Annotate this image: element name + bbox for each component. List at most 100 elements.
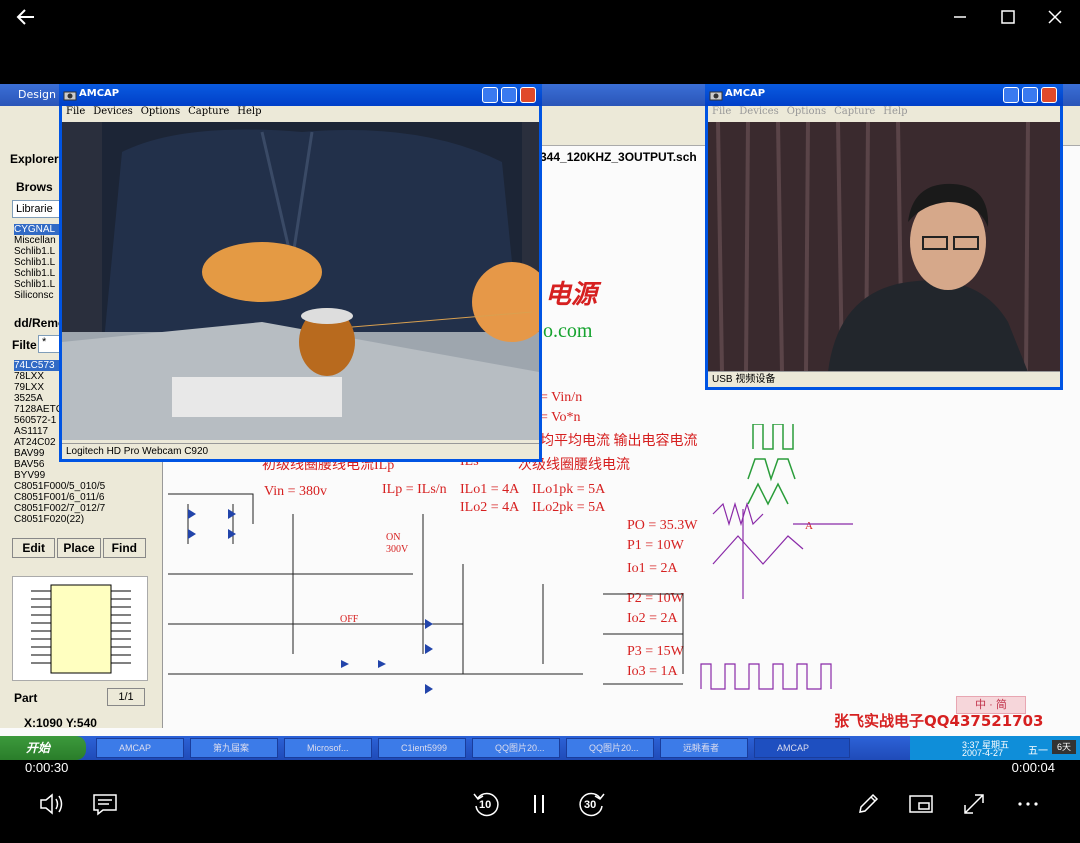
part-label: Part xyxy=(14,691,38,705)
camera-icon xyxy=(709,91,723,101)
add-remove-label[interactable]: dd/Remo xyxy=(14,316,65,330)
menu-file[interactable]: File xyxy=(712,106,731,122)
taskbar-item[interactable]: QQ图片20... xyxy=(472,738,560,758)
amcap-side-window: AMCAP File Devices Options Capture Help xyxy=(705,84,1063,390)
back-button[interactable] xyxy=(14,6,38,28)
amcap-side-statusbar: USB 视频设备 xyxy=(708,371,1060,387)
list-item[interactable]: C8051F000/5_010/5 xyxy=(14,481,146,492)
schematic-url: o.com xyxy=(543,320,593,342)
taskbar-item[interactable]: 远眺看者 xyxy=(660,738,748,758)
more-options-button[interactable] xyxy=(1012,788,1044,820)
menu-devices[interactable]: Devices xyxy=(93,106,132,122)
captions-icon xyxy=(93,794,117,816)
taskbar-item[interactable]: Microsof... xyxy=(284,738,372,758)
arrow-left-icon xyxy=(16,9,34,25)
presenter-image xyxy=(708,122,1060,372)
menu-options[interactable]: Options xyxy=(787,106,826,122)
fullscreen-button[interactable] xyxy=(958,788,990,820)
xp-taskbar: 开始 AMCAP 第九届案 Microsof... C1ient5999 QQ图… xyxy=(0,736,1080,760)
amcap-side-maximize-button[interactable] xyxy=(1022,87,1038,103)
schematic-drawing xyxy=(168,424,853,694)
amcap-side-close-button[interactable] xyxy=(1041,87,1057,103)
ime-indicator[interactable]: 中 · 简 xyxy=(956,696,1026,714)
miniplayer-icon xyxy=(909,795,933,813)
start-button[interactable]: 开始 xyxy=(0,736,86,760)
taskbar-item[interactable]: AMCAP xyxy=(754,738,850,758)
cursor-coordinates: X:1090 Y:540 xyxy=(24,716,97,730)
tray-day: 五一 xyxy=(1028,746,1048,757)
schematic-heading: 电源 xyxy=(545,280,598,309)
menu-file[interactable]: File xyxy=(66,106,85,122)
taskbar-item[interactable]: QQ图片20... xyxy=(566,738,654,758)
video-frame[interactable]: Design Explorer Brows Librarie CYGNAL Mi… xyxy=(0,84,1080,760)
taskbar-item[interactable]: AMCAP xyxy=(96,738,184,758)
minimize-button[interactable] xyxy=(948,6,972,28)
amcap-side-title: AMCAP xyxy=(725,88,766,99)
taskbar-item[interactable]: 第九届案 xyxy=(190,738,278,758)
amcap-main-minimize-button[interactable] xyxy=(482,87,498,103)
list-item[interactable]: C8051F020(22) xyxy=(14,514,146,525)
maximize-button[interactable] xyxy=(996,6,1020,28)
skip-forward-label: 30 xyxy=(584,799,597,811)
more-dots-icon xyxy=(1018,802,1038,806)
tray-days-badge: 6天 xyxy=(1052,740,1076,754)
amcap-main-menubar: File Devices Options Capture Help xyxy=(62,106,262,122)
edit-button[interactable] xyxy=(852,788,884,820)
pause-icon xyxy=(534,795,544,813)
amcap-main-close-button[interactable] xyxy=(520,87,536,103)
amcap-main-title: AMCAP xyxy=(79,88,120,99)
close-icon xyxy=(1048,10,1062,24)
ic-chip-icon xyxy=(31,584,131,674)
remaining-time: 0:00:04 xyxy=(1011,760,1055,775)
timeline: 0:00:30 0:00:04 xyxy=(0,760,1080,784)
volume-button[interactable] xyxy=(36,788,68,820)
amcap-main-maximize-button[interactable] xyxy=(501,87,517,103)
design-title-text: Design xyxy=(18,88,56,101)
amcap-side-minimize-button[interactable] xyxy=(1003,87,1019,103)
component-preview xyxy=(12,576,148,681)
close-button[interactable] xyxy=(1043,6,1067,28)
edit-button[interactable]: Edit xyxy=(12,538,56,558)
amcap-main-titlebar: AMCAP xyxy=(59,84,542,106)
subtitles-button[interactable] xyxy=(89,788,121,820)
formula-vin-n: = Vin/n xyxy=(540,390,583,405)
filter-label: Filte xyxy=(12,338,37,352)
volume-icon xyxy=(40,793,63,815)
menu-capture[interactable]: Capture xyxy=(834,106,875,122)
menu-help[interactable]: Help xyxy=(237,106,261,122)
menu-capture[interactable]: Capture xyxy=(188,106,229,122)
system-tray: 3:37 星期五 2007-4-27 五一 6天 xyxy=(910,736,1080,760)
browse-label: Brows xyxy=(16,180,53,194)
list-item[interactable]: BYV99 xyxy=(14,470,146,481)
taskbar-item[interactable]: C1ient5999 xyxy=(378,738,466,758)
pause-button[interactable] xyxy=(523,788,555,820)
menu-help[interactable]: Help xyxy=(883,106,907,122)
skip-forward-button[interactable]: 30 xyxy=(576,788,608,820)
player-top-bar xyxy=(0,0,1080,34)
minimize-icon xyxy=(954,16,966,18)
amcap-main-window: AMCAP File Devices Options Capture Help xyxy=(59,84,542,462)
part-page: 1/1 xyxy=(107,688,145,706)
schematic-tab[interactable]: 344_120KHZ_3OUTPUT.sch xyxy=(540,150,697,164)
place-button[interactable]: Place xyxy=(57,538,101,558)
skip-back-label: 10 xyxy=(479,799,492,811)
camera-icon xyxy=(63,91,77,101)
fullscreen-icon xyxy=(964,794,984,814)
webcam-feed-hands xyxy=(62,122,539,440)
list-item[interactable]: C8051F002/7_012/7 xyxy=(14,503,146,514)
amcap-side-menubar: File Devices Options Capture Help xyxy=(708,106,908,122)
list-item[interactable]: C8051F001/6_011/6 xyxy=(14,492,146,503)
tray-clock-date: 2007-4-27 xyxy=(962,748,1004,758)
menu-options[interactable]: Options xyxy=(141,106,180,122)
amcap-side-titlebar: AMCAP xyxy=(705,84,1063,106)
elapsed-time: 0:00:30 xyxy=(25,760,69,775)
maximize-icon xyxy=(1001,10,1015,24)
find-button[interactable]: Find xyxy=(102,538,146,558)
menu-devices[interactable]: Devices xyxy=(739,106,778,122)
amcap-main-statusbar: Logitech HD Pro Webcam C920 xyxy=(62,443,539,459)
pencil-icon xyxy=(859,793,879,813)
miniplayer-button[interactable] xyxy=(905,788,937,820)
skip-back-button[interactable]: 10 xyxy=(470,788,502,820)
webcam-image xyxy=(62,122,539,440)
explorer-buttons: Edit Place Find xyxy=(12,538,146,558)
